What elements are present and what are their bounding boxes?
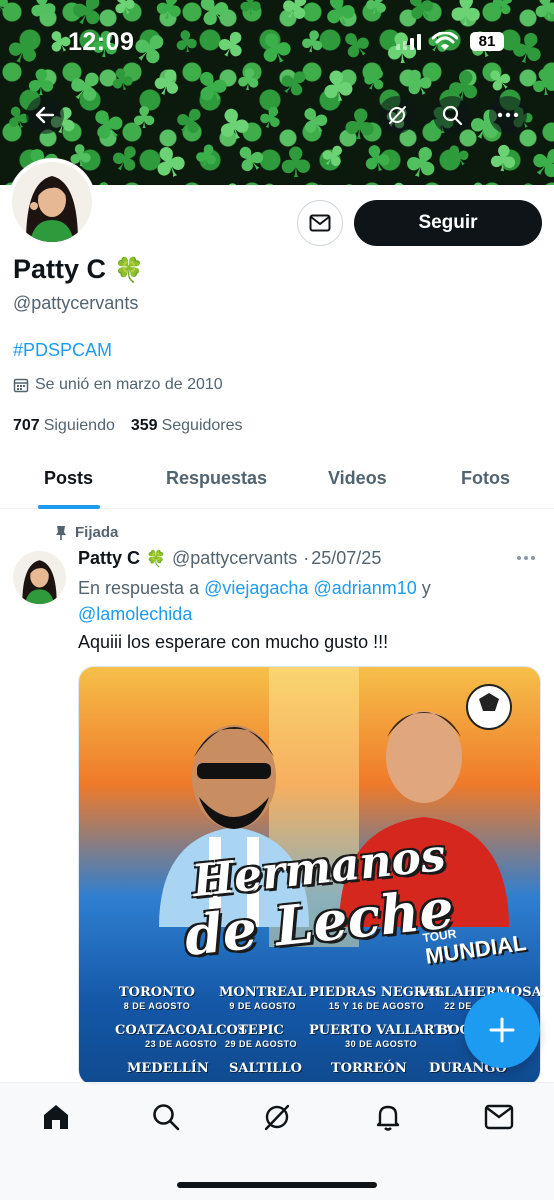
signal-icon (396, 34, 421, 50)
pinned-text: Fijada (75, 524, 119, 541)
join-date-text: Se unió en marzo de 2010 (35, 376, 223, 393)
city-item: MEDELLÍN (127, 1061, 209, 1076)
join-date: Se unió en marzo de 2010 (13, 376, 223, 394)
home-indicator (177, 1182, 377, 1188)
profile-name-text: Patty C (13, 254, 107, 284)
home-icon (44, 1105, 68, 1129)
profile-handle: @pattycervants (13, 293, 139, 313)
reply-prefix: En respuesta a (78, 578, 200, 598)
post-header: Patty C 🍀 @pattycervants · 25/07/25 (78, 548, 381, 569)
pinned-label: Fijada (55, 524, 118, 541)
followers-link[interactable]: 359 Seguidores (131, 417, 243, 435)
following-count: 707 (13, 417, 40, 434)
status-bar: 12:09 81 (0, 22, 554, 62)
post-date[interactable]: 25/07/25 (311, 548, 381, 569)
city-item: MONTREAL 9 DE AGOSTO (219, 985, 307, 1011)
nav-search[interactable] (150, 1101, 182, 1133)
search-icon (442, 105, 463, 126)
reply-conjunction: y (421, 578, 431, 598)
grok-button[interactable] (378, 96, 416, 134)
profile-hashtag[interactable]: #PDSPCAM (13, 340, 112, 361)
profile-avatar[interactable] (8, 158, 96, 246)
reply-context: En respuesta a @viejagacha @adrianm10 y … (78, 575, 518, 627)
city-item: SALTILLO (229, 1061, 302, 1076)
city-item: TORREÓN (331, 1061, 407, 1076)
message-button[interactable] (297, 200, 343, 246)
back-button[interactable] (26, 96, 64, 134)
battery-icon: 81 (470, 32, 504, 51)
clover-decoration: ♣ (170, 174, 213, 185)
nav-notifications[interactable] (372, 1101, 404, 1133)
calendar-icon (13, 378, 29, 393)
profile-banner: ♣ ♣ ♣ ♣ ♣ ♣ ♣ ♣ ♣ ♣ ♣ ♣ ♣ ♣ ♣ ♣ ♣ ♣ ♣ ♣ ♣ ♣ ♣ ♣ ♣ ♣ ♣ ♣ ♣ ♣ ♣ ♣ ♣ ♣ ♣ ♣ ♣ ♣ ♣ ♣… (0, 0, 554, 185)
following-label: Siguiendo (43, 417, 115, 434)
post-author-avatar[interactable] (13, 551, 66, 604)
bell-icon (376, 1105, 400, 1131)
search-button[interactable] (433, 96, 471, 134)
clover-decoration: ♣ (251, 97, 290, 140)
plus-icon (489, 1017, 515, 1043)
city-item: TORONTO 8 DE AGOSTO (119, 985, 196, 1011)
nav-home[interactable] (40, 1101, 72, 1133)
grok-icon (264, 1104, 290, 1131)
followers-count: 359 (130, 417, 158, 434)
pin-icon (56, 525, 66, 540)
tab-videos[interactable]: Videos (328, 468, 387, 489)
tab-respuestas[interactable]: Respuestas (166, 468, 267, 489)
compose-post-button[interactable] (464, 992, 540, 1068)
clover-decoration: ♣ (526, 61, 554, 106)
post-more-button[interactable] (517, 556, 535, 560)
city-item: PUERTO VALLARTA 30 DE AGOSTO (309, 1023, 454, 1049)
wifi-icon (432, 32, 458, 50)
back-arrow-icon (35, 106, 55, 124)
more-icon (497, 112, 519, 118)
clover-decoration: ♣ (130, 101, 158, 136)
grok-icon (389, 106, 406, 124)
clover-decoration: ♣ (233, 61, 264, 100)
tab-fotos[interactable]: Fotos (461, 468, 510, 489)
clover-decoration: ♣ (104, 60, 140, 101)
clover-decoration: ♣ (358, 0, 395, 26)
following-link[interactable]: 707 Siguiendo (13, 417, 115, 435)
avatar-image-small (13, 551, 66, 604)
mention-link[interactable]: @lamolechida (78, 604, 192, 624)
clover-decoration: ♣ (485, 137, 521, 182)
tab-posts[interactable]: Posts (44, 468, 93, 489)
active-tab-indicator (38, 505, 100, 509)
clover-decoration: ♣ (235, 0, 265, 23)
search-icon (153, 1104, 180, 1131)
clover-decoration: ♣ (188, 136, 224, 177)
clover-decoration: ♣ (382, 176, 416, 185)
status-time: 12:09 (68, 28, 135, 56)
clover-decoration: ♣ (355, 135, 399, 184)
mail-icon (484, 1104, 514, 1130)
follow-button[interactable]: Seguir (354, 200, 542, 246)
avatar-image (12, 162, 92, 242)
city-item: TEPIC 29 DE AGOSTO (225, 1023, 298, 1049)
post-text: Aquiii los esperare con mucho gusto !!! (78, 632, 389, 652)
post-author-name[interactable]: Patty C (78, 548, 140, 569)
author-clover-emoji: 🍀 (146, 549, 166, 568)
post-author-handle: @pattycervants (171, 548, 298, 568)
profile-tabs: Posts Respuestas Videos Fotos (0, 455, 554, 509)
clover-emoji: 🍀 (114, 255, 144, 284)
more-button[interactable] (489, 96, 527, 134)
mail-icon (309, 214, 331, 232)
clover-decoration: ♣ (104, 0, 144, 27)
post-separator: · (303, 548, 310, 568)
follow-stats: 707 Siguiendo 359 Seguidores (13, 417, 243, 435)
nav-grok[interactable] (261, 1101, 293, 1133)
profile-name: Patty C 🍀 (13, 254, 144, 285)
mention-link[interactable]: @viejagacha (204, 578, 308, 598)
mention-link[interactable]: @adrianm10 (313, 578, 416, 598)
followers-label: Seguidores (161, 417, 243, 434)
nav-messages[interactable] (483, 1101, 515, 1133)
